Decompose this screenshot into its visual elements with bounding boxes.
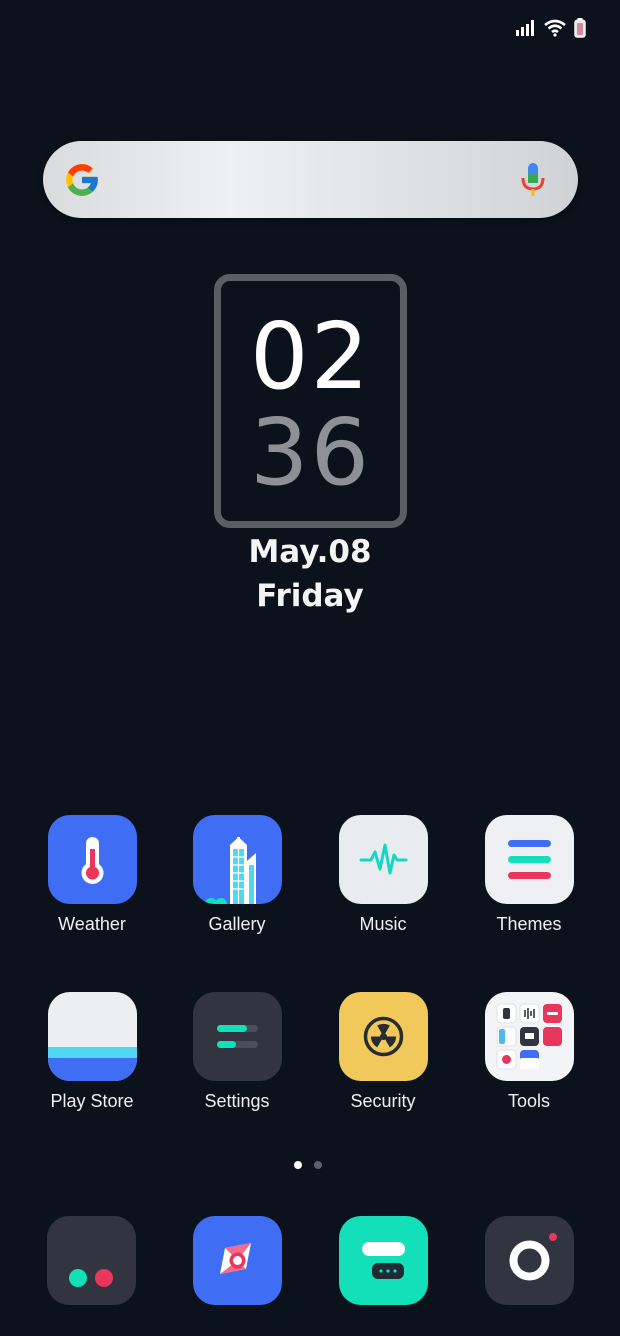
- stripes-icon: [484, 815, 574, 904]
- clock-widget[interactable]: 02 36: [214, 274, 407, 528]
- app-label: Play Store: [50, 1091, 134, 1111]
- google-search-bar[interactable]: [43, 141, 578, 218]
- app-music[interactable]: Music: [310, 815, 456, 935]
- app-label: Security: [350, 1091, 416, 1111]
- buildings-icon: [192, 815, 282, 904]
- google-logo-icon: [66, 164, 98, 196]
- toggles-icon: [192, 992, 282, 1081]
- clock-minute: 36: [249, 399, 372, 506]
- store-icon: [47, 992, 137, 1081]
- page-dot-active[interactable]: [294, 1161, 302, 1169]
- app-label: Gallery: [208, 914, 266, 934]
- page-dot[interactable]: [314, 1161, 322, 1169]
- status-bar: [516, 16, 586, 40]
- day-text: Friday: [256, 578, 364, 614]
- radiation-icon: [338, 992, 428, 1081]
- dock-app-message[interactable]: [339, 1216, 428, 1305]
- app-label: Themes: [496, 914, 562, 934]
- clock-hour: 02: [249, 303, 372, 410]
- app-label: Music: [359, 914, 407, 934]
- app-themes[interactable]: Themes: [456, 815, 602, 935]
- app-weather[interactable]: Weather: [19, 815, 165, 935]
- two-dots-icon: [69, 1269, 113, 1287]
- app-tools[interactable]: Tools: [456, 992, 602, 1112]
- message-icon: [362, 1242, 405, 1279]
- wifi-icon: [544, 19, 566, 37]
- dock-app-camera[interactable]: [485, 1216, 574, 1305]
- camera-icon: [509, 1233, 557, 1281]
- date-text: May.08: [248, 534, 372, 570]
- tools-folder-icon: [484, 992, 574, 1081]
- app-gallery[interactable]: Gallery: [164, 815, 310, 935]
- signal-icon: [516, 20, 534, 36]
- app-play-store[interactable]: Play Store: [19, 992, 165, 1112]
- app-label: Settings: [204, 1091, 270, 1111]
- app-settings[interactable]: Settings: [164, 992, 310, 1112]
- microphone-icon[interactable]: [518, 161, 548, 199]
- dock-app-compass[interactable]: [193, 1216, 282, 1305]
- battery-icon: [574, 18, 586, 38]
- dock-app-two-dots[interactable]: [47, 1216, 136, 1305]
- thermometer-icon: [47, 815, 137, 904]
- page-indicator: [294, 1161, 322, 1169]
- app-label: Weather: [58, 914, 126, 934]
- app-label: Tools: [507, 1091, 551, 1111]
- compass-icon: [220, 1243, 251, 1274]
- app-security[interactable]: Security: [310, 992, 456, 1112]
- waveform-icon: [338, 815, 428, 904]
